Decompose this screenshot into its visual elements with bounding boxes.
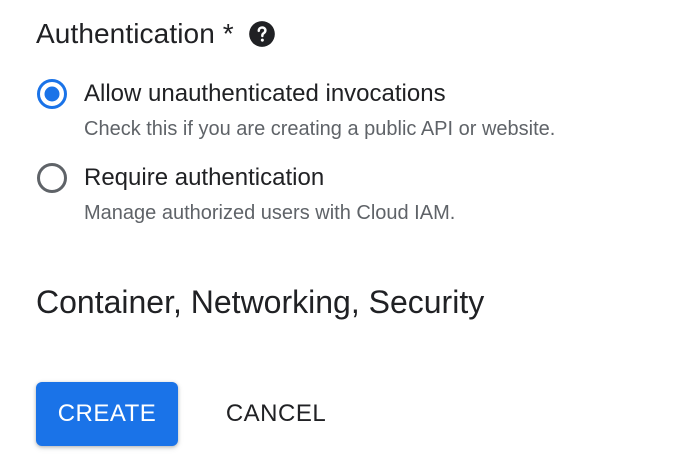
authentication-heading: Authentication * — [36, 14, 276, 54]
radio-label: Require authentication — [84, 164, 325, 191]
radio-text: Allow unauthenticated invocations Check … — [84, 78, 555, 142]
radio-description: Check this if you are creating a public … — [84, 118, 556, 140]
section-title-container-networking-security[interactable]: Container, Networking, Security — [36, 280, 484, 324]
radio-option-require-authentication[interactable]: Require authentication Manage authorized… — [36, 162, 455, 226]
radio-selected-icon[interactable] — [36, 78, 68, 110]
radio-option-allow-unauthenticated[interactable]: Allow unauthenticated invocations Check … — [36, 78, 555, 142]
radio-unselected-icon[interactable] — [36, 162, 68, 194]
create-button[interactable]: CREATE — [36, 382, 178, 446]
cancel-button[interactable]: CANCEL — [206, 382, 346, 446]
radio-description: Manage authorized users with Cloud IAM. — [84, 202, 456, 224]
radio-label: Allow unauthenticated invocations — [84, 80, 446, 107]
authentication-title: Authentication * — [36, 18, 234, 49]
radio-text: Require authentication Manage authorized… — [84, 162, 455, 226]
help-circle-icon[interactable] — [248, 20, 276, 48]
